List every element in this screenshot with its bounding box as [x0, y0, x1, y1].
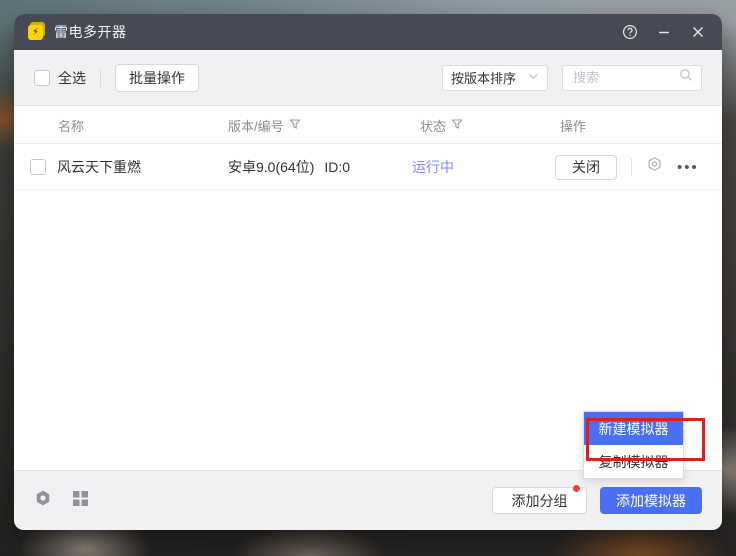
select-all-checkbox[interactable]: [34, 70, 50, 86]
close-icon[interactable]: [688, 22, 708, 42]
window-title: 雷电多开器: [54, 22, 127, 42]
header-version: 版本/编号: [228, 106, 301, 144]
menu-item-copy-emulator[interactable]: 复制模拟器: [584, 445, 683, 478]
version-filter-icon[interactable]: [289, 118, 301, 133]
row-checkbox[interactable]: [30, 159, 46, 175]
grid-view-icon[interactable]: [72, 490, 89, 512]
notification-badge: [573, 485, 580, 492]
header-status: 状态: [420, 106, 463, 144]
row-more-icon[interactable]: •••: [677, 160, 699, 175]
add-emulator-button[interactable]: 添加模拟器: [600, 487, 702, 514]
row-actions-cell: 关闭 •••: [555, 144, 699, 190]
row-settings-icon[interactable]: [646, 156, 663, 178]
sort-dropdown-value: 按版本排序: [451, 68, 516, 87]
emulator-id: ID:0: [324, 159, 350, 175]
footer-bar: 添加分组 添加模拟器: [14, 470, 722, 530]
search-box: [562, 65, 702, 91]
status-filter-icon[interactable]: [451, 118, 463, 133]
search-icon[interactable]: [679, 68, 693, 87]
chevron-down-icon: [528, 70, 539, 85]
status-running-label: 运行中: [412, 157, 454, 177]
sort-dropdown[interactable]: 按版本排序: [442, 65, 548, 91]
add-emulator-popup-menu: 新建模拟器 复制模拟器: [583, 411, 684, 479]
desktop-wallpaper: ⚡ 雷电多开器: [0, 0, 736, 556]
close-emulator-button[interactable]: 关闭: [555, 155, 617, 180]
help-icon[interactable]: [620, 22, 640, 42]
add-group-button[interactable]: 添加分组: [492, 487, 587, 514]
batch-operation-button[interactable]: 批量操作: [115, 64, 199, 92]
app-logo-lightning-icon: ⚡: [28, 24, 45, 41]
row-checkbox-cell: [30, 144, 46, 190]
settings-gear-icon[interactable]: [34, 489, 52, 512]
table-row[interactable]: 风云天下重燃 安卓9.0(64位) ID:0 运行中 关闭 •••: [14, 144, 722, 190]
titlebar[interactable]: ⚡ 雷电多开器: [14, 14, 722, 50]
header-action: 操作: [560, 106, 586, 144]
table-header: 名称 版本/编号 状态 操作: [14, 106, 722, 144]
row-status-cell: 运行中: [412, 144, 454, 190]
emulator-version: 安卓9.0(64位): [228, 157, 314, 177]
emulator-name: 风云天下重燃: [57, 157, 141, 177]
toolbar-divider: [100, 69, 101, 87]
header-name: 名称: [58, 106, 84, 144]
menu-item-new-emulator[interactable]: 新建模拟器: [584, 412, 683, 445]
row-name-cell: 风云天下重燃: [57, 144, 141, 190]
minimize-icon[interactable]: [654, 22, 674, 42]
actions-divider: [631, 158, 632, 176]
toolbar: 全选 批量操作 按版本排序: [14, 50, 722, 106]
search-input[interactable]: [571, 69, 679, 86]
row-version-cell: 安卓9.0(64位) ID:0: [228, 144, 350, 190]
select-all-label[interactable]: 全选: [58, 68, 86, 88]
